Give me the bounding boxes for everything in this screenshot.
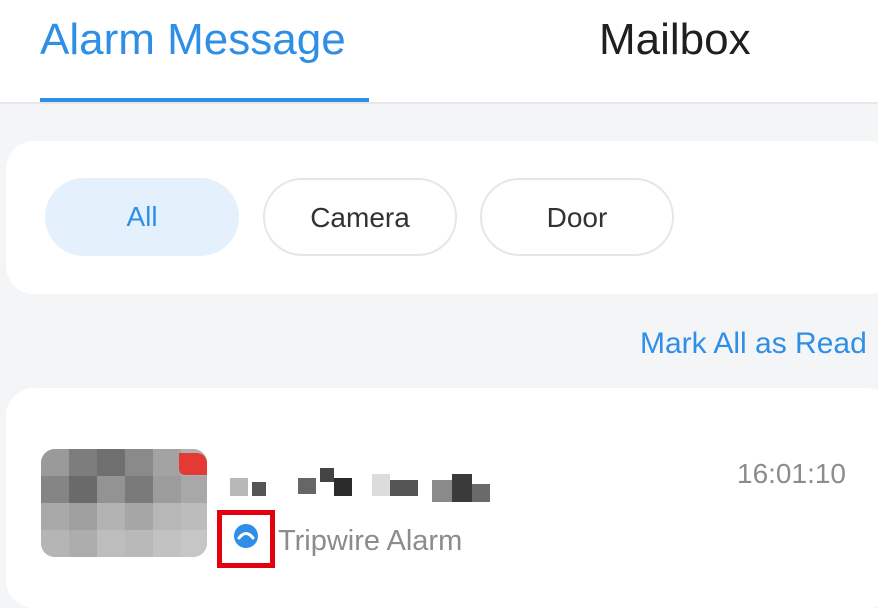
tab-alarm-message[interactable]: Alarm Message <box>40 12 346 68</box>
filter-chip-door[interactable]: Door <box>480 178 674 256</box>
tab-bar: Alarm Message Mailbox <box>0 0 878 104</box>
tab-mailbox[interactable]: Mailbox <box>599 12 751 68</box>
tripwire-alarm-icon <box>217 510 275 568</box>
active-tab-indicator <box>40 98 369 102</box>
mark-all-read-button[interactable]: Mark All as Read <box>640 324 867 364</box>
alarm-time: 16:01:10 <box>737 458 846 489</box>
filter-chip-all[interactable]: All <box>45 178 239 256</box>
unread-indicator <box>179 453 207 475</box>
filter-card: All Camera Door <box>6 141 878 294</box>
alarm-type-label: Tripwire Alarm <box>278 525 463 557</box>
device-name-redacted <box>222 466 492 502</box>
filter-chip-camera[interactable]: Camera <box>263 178 457 256</box>
alarm-list-item[interactable]: 16:01:10 Tripwire Alarm <box>6 388 878 608</box>
